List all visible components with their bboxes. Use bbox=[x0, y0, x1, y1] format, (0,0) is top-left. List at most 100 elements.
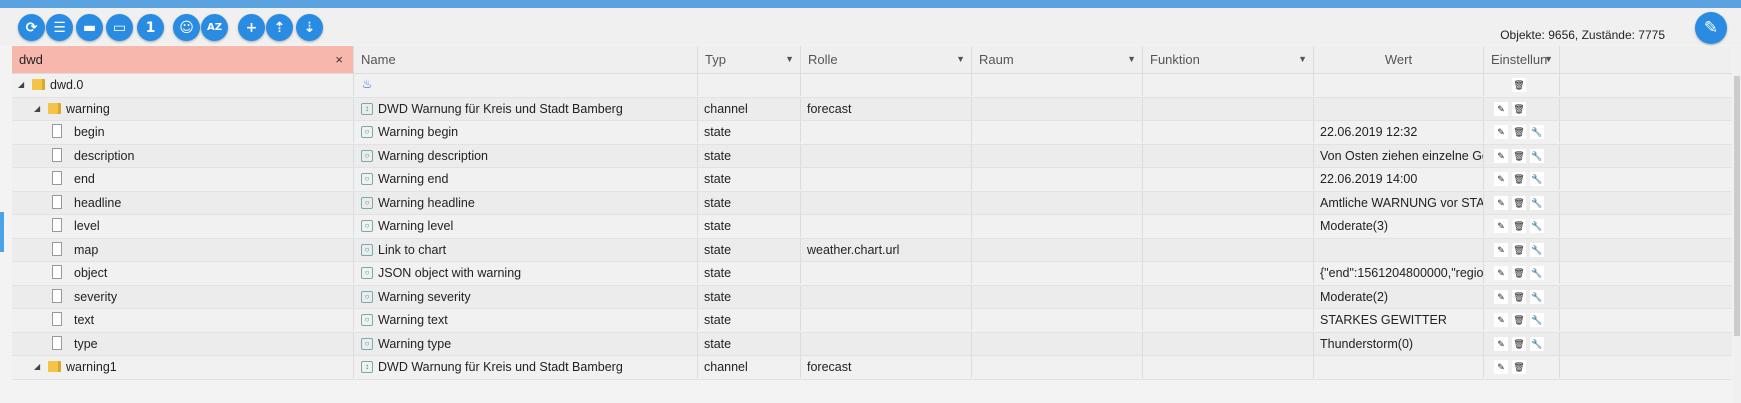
wrench-icon[interactable]: 🔧 bbox=[1530, 266, 1544, 280]
delete-icon[interactable]: 🗑 bbox=[1512, 313, 1526, 327]
id-cell[interactable]: ◢ warning1 bbox=[12, 356, 354, 378]
delete-icon[interactable]: 🗑 bbox=[1512, 242, 1526, 257]
edit-icon[interactable]: ✎ bbox=[1494, 266, 1508, 280]
raum-cell[interactable] bbox=[972, 74, 1143, 96]
delete-icon[interactable]: 🗑 bbox=[1512, 78, 1526, 92]
id-cell[interactable]: severity bbox=[12, 285, 354, 308]
edit-icon[interactable]: ✎ bbox=[1494, 336, 1508, 351]
settings-wrench-icon[interactable]: ✎ bbox=[1695, 12, 1727, 44]
table-row[interactable]: ◢ warning1 ↕ DWD Warnung für Kreis und Stad… bbox=[12, 356, 1732, 380]
raum-cell[interactable] bbox=[972, 262, 1143, 284]
funktion-cell[interactable] bbox=[1143, 121, 1314, 143]
id-cell[interactable]: ◢ warning bbox=[12, 97, 354, 120]
wrench-icon[interactable]: 🔧 bbox=[1530, 313, 1544, 327]
delete-icon[interactable]: 🗑 bbox=[1512, 360, 1526, 374]
wrench-icon[interactable]: 🔧 bbox=[1530, 125, 1544, 139]
column-rolle[interactable]: Rolle ▼ bbox=[801, 46, 972, 73]
edit-icon[interactable]: ✎ bbox=[1494, 219, 1508, 233]
funktion-cell[interactable] bbox=[1143, 191, 1314, 214]
column-wert[interactable]: Wert bbox=[1314, 46, 1484, 73]
delete-icon[interactable]: 🗑 bbox=[1512, 219, 1526, 233]
funktion-cell[interactable] bbox=[1143, 285, 1314, 308]
delete-icon[interactable]: 🗑 bbox=[1512, 125, 1526, 139]
raum-cell[interactable] bbox=[972, 309, 1143, 331]
sort-az-icon[interactable]: AZ bbox=[201, 14, 228, 41]
raum-cell[interactable] bbox=[972, 356, 1143, 378]
wert-cell[interactable]: Moderate(3) bbox=[1314, 215, 1484, 237]
clear-filter-icon[interactable]: × bbox=[335, 46, 343, 73]
wert-cell[interactable]: STARKES GEWITTER bbox=[1314, 309, 1484, 331]
wert-cell[interactable]: 22.06.2019 12:32 bbox=[1314, 121, 1484, 143]
chevron-down-icon[interactable]: ▼ bbox=[785, 46, 794, 73]
table-row[interactable]: map ○ Link to chart state weather.chart.url ✎… bbox=[12, 238, 1732, 262]
funktion-cell[interactable] bbox=[1143, 356, 1314, 378]
chevron-down-icon[interactable]: ▼ bbox=[1298, 46, 1307, 73]
funktion-cell[interactable] bbox=[1143, 238, 1314, 261]
vertical-scrollbar[interactable] bbox=[1733, 46, 1741, 403]
funktion-cell[interactable] bbox=[1143, 144, 1314, 167]
wert-cell[interactable]: Amtliche WARNUNG vor STARK bbox=[1314, 191, 1484, 214]
delete-icon[interactable]: 🗑 bbox=[1512, 195, 1526, 210]
wert-cell[interactable] bbox=[1314, 356, 1484, 378]
wrench-icon[interactable]: 🔧 bbox=[1530, 148, 1544, 163]
id-cell[interactable]: level bbox=[12, 215, 354, 237]
table-row[interactable]: begin ○ Warning begin state 22.06.2019 12:32… bbox=[12, 121, 1732, 145]
delete-icon[interactable]: 🗑 bbox=[1512, 148, 1526, 163]
id-cell[interactable]: map bbox=[12, 238, 354, 261]
funktion-cell[interactable] bbox=[1143, 74, 1314, 96]
wert-cell[interactable]: Thunderstorm(0) bbox=[1314, 332, 1484, 355]
table-row[interactable]: severity ○ Warning severity state Moderate(2… bbox=[12, 285, 1732, 309]
wrench-icon[interactable]: 🔧 bbox=[1530, 219, 1544, 233]
id-cell[interactable]: type bbox=[12, 332, 354, 355]
wert-cell[interactable]: {"end":1561204800000,"regionN bbox=[1314, 262, 1484, 284]
table-row[interactable]: type ○ Warning type state Thunderstorm(0) ✎ 🗑 🔧 bbox=[12, 332, 1732, 356]
wrench-icon[interactable]: 🔧 bbox=[1530, 195, 1544, 210]
download-icon[interactable]: ⇣ bbox=[296, 14, 323, 41]
edit-icon[interactable]: ✎ bbox=[1494, 360, 1508, 374]
folder-open-icon[interactable]: ▭ bbox=[106, 14, 133, 41]
tree-toggle-icon[interactable]: ◢ bbox=[18, 74, 24, 96]
id-cell[interactable]: begin bbox=[12, 121, 354, 143]
raum-cell[interactable] bbox=[972, 332, 1143, 355]
table-row[interactable]: description ○ Warning description state Von … bbox=[12, 144, 1732, 168]
wert-cell[interactable] bbox=[1314, 238, 1484, 261]
delete-icon[interactable]: 🗑 bbox=[1512, 336, 1526, 351]
tree-toggle-icon[interactable]: ◢ bbox=[34, 98, 40, 120]
id-cell[interactable]: object bbox=[12, 262, 354, 284]
list-icon[interactable]: ☰ bbox=[46, 14, 73, 41]
delete-icon[interactable]: 🗑 bbox=[1512, 289, 1526, 304]
tree-toggle-icon[interactable]: ◢ bbox=[34, 356, 40, 378]
refresh-icon[interactable]: ⟳ bbox=[18, 14, 45, 41]
chevron-down-icon[interactable]: ▼ bbox=[956, 46, 965, 73]
delete-icon[interactable]: 🗑 bbox=[1512, 266, 1526, 280]
table-row[interactable]: headline ○ Warning headline state Amtliche W… bbox=[12, 191, 1732, 215]
id-cell[interactable]: end bbox=[12, 168, 354, 190]
chevron-down-icon[interactable]: ▼ bbox=[1544, 46, 1553, 73]
contact-icon[interactable]: ☺ bbox=[173, 14, 200, 41]
table-row[interactable]: text ○ Warning text state STARKES GEWITTER ✎ 🗑… bbox=[12, 309, 1732, 333]
id-cell[interactable]: ◢ dwd.0 bbox=[12, 74, 354, 96]
chevron-down-icon[interactable]: ▼ bbox=[1127, 46, 1136, 73]
edit-icon[interactable]: ✎ bbox=[1494, 101, 1508, 116]
wrench-icon[interactable]: 🔧 bbox=[1530, 336, 1544, 351]
funktion-cell[interactable] bbox=[1143, 262, 1314, 284]
wrench-icon[interactable]: 🔧 bbox=[1530, 289, 1544, 304]
number-1-icon[interactable]: 1 bbox=[137, 14, 164, 41]
edit-icon[interactable]: ✎ bbox=[1494, 289, 1508, 304]
raum-cell[interactable] bbox=[972, 144, 1143, 167]
raum-cell[interactable] bbox=[972, 191, 1143, 214]
table-row[interactable]: end ○ Warning end state 22.06.2019 14:00 ✎ 🗑 🔧 bbox=[12, 168, 1732, 192]
table-row[interactable]: ◢ dwd.0 ♨ 🗑 bbox=[12, 74, 1732, 98]
wert-cell[interactable]: Moderate(2) bbox=[1314, 285, 1484, 308]
wrench-icon[interactable]: 🔧 bbox=[1530, 242, 1544, 257]
funktion-cell[interactable] bbox=[1143, 215, 1314, 237]
wert-cell[interactable] bbox=[1314, 97, 1484, 120]
wert-cell[interactable]: Von Osten ziehen einzelne Gewi bbox=[1314, 144, 1484, 167]
column-raum[interactable]: Raum ▼ bbox=[972, 46, 1143, 73]
column-name[interactable]: Name bbox=[354, 46, 698, 73]
delete-icon[interactable]: 🗑 bbox=[1512, 101, 1526, 116]
raum-cell[interactable] bbox=[972, 238, 1143, 261]
upload-icon[interactable]: ⇡ bbox=[266, 14, 293, 41]
wrench-icon[interactable]: 🔧 bbox=[1530, 172, 1544, 186]
raum-cell[interactable] bbox=[972, 121, 1143, 143]
